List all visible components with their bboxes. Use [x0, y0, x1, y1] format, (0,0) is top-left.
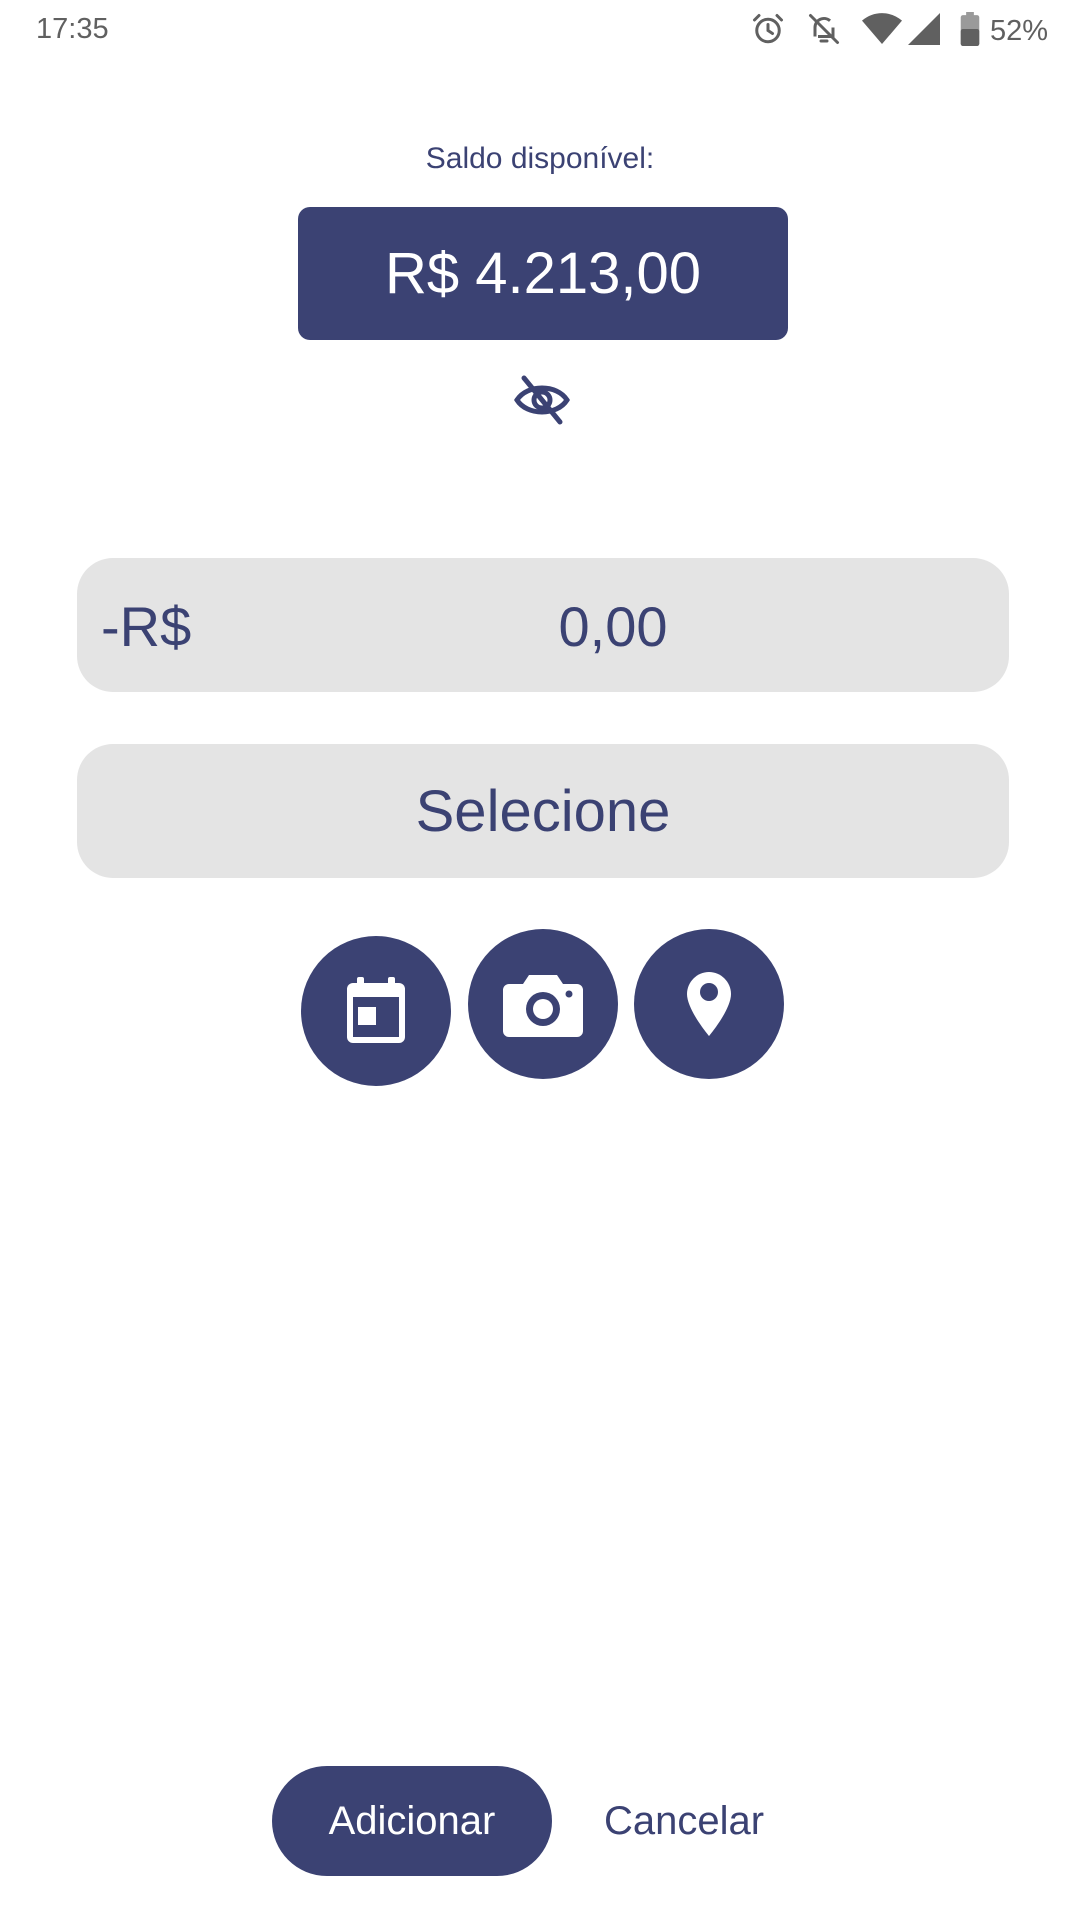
category-select-value: Selecione — [415, 778, 671, 844]
balance-value: R$ 4.213,00 — [384, 241, 702, 306]
cancel-button[interactable]: Cancelar — [594, 1766, 774, 1876]
alarm-icon — [750, 11, 786, 52]
amount-input[interactable]: -R$ 0,00 — [77, 558, 1009, 692]
location-pin-icon — [687, 972, 731, 1036]
add-button[interactable]: Adicionar — [272, 1766, 552, 1876]
amount-value: 0,00 — [558, 595, 668, 658]
battery-icon — [960, 11, 980, 51]
battery-percentage: 52% — [989, 14, 1048, 47]
balance-label: Saldo disponível: — [425, 142, 655, 175]
date-button[interactable] — [301, 936, 451, 1086]
calendar-icon — [347, 977, 405, 1043]
signal-icon — [907, 12, 940, 50]
notifications-off-icon — [806, 11, 842, 52]
eye-off-icon — [514, 375, 570, 425]
location-button[interactable] — [634, 929, 784, 1079]
toggle-balance-visibility-button[interactable] — [512, 372, 572, 428]
category-select[interactable]: Selecione — [77, 744, 1009, 878]
camera-button[interactable] — [468, 929, 618, 1079]
wifi-icon — [861, 12, 902, 51]
status-bar: 17:35 52% — [0, 0, 1080, 62]
status-icons: 52% — [730, 11, 1048, 52]
balance-display: R$ 4.213,00 — [298, 207, 788, 340]
status-time: 17:35 — [36, 13, 109, 45]
expense-entry-screen: 17:35 52% Saldo disponível: R$ 4.213,00 … — [0, 0, 1080, 1920]
camera-icon — [503, 975, 583, 1037]
